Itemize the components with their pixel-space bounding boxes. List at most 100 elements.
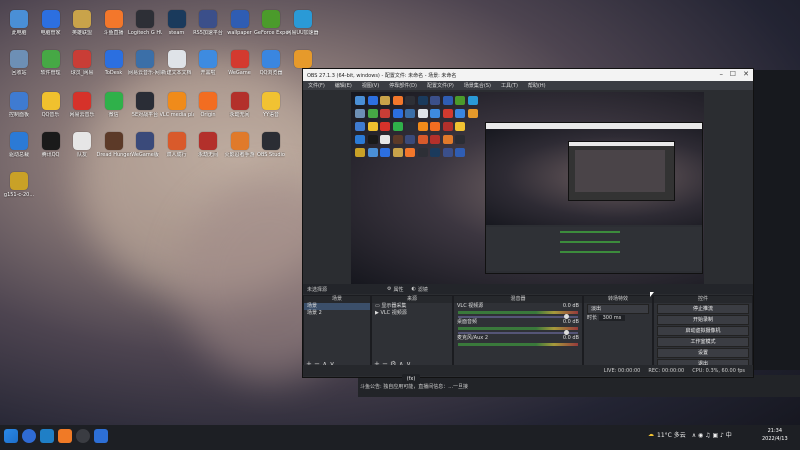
menu-item[interactable]: 停靠部件(D)	[389, 82, 417, 89]
app-icon	[10, 10, 28, 28]
desktop-icon-label: WeGame	[228, 70, 251, 76]
desktop-icon[interactable]	[287, 50, 319, 70]
douyu-icon[interactable]	[58, 429, 72, 443]
menu-item[interactable]: 工具(T)	[501, 82, 518, 89]
desktop-icon[interactable]: 新建文本文档	[161, 50, 193, 76]
tray-icons[interactable]: ∧ ◉ ♫ ▣ ♪ 中	[692, 430, 732, 439]
desktop-icon[interactable]: VLC media player	[160, 92, 194, 118]
desktop-icon[interactable]: g151-c-20...	[3, 172, 35, 198]
desktop-icon[interactable]: 控制面板	[3, 92, 35, 118]
desktop-icon[interactable]: GeForce Experience	[254, 10, 288, 36]
desktop-icon[interactable]: QQ音乐	[35, 92, 67, 118]
nested-obs-window-2	[568, 141, 675, 201]
volume-slider[interactable]	[458, 314, 578, 319]
desktop-icon[interactable]: 软件管理	[35, 50, 67, 76]
desktop-icon[interactable]: steam	[161, 10, 193, 36]
desktop-icon[interactable]: OBS Studio	[255, 132, 287, 158]
studio-mode-button[interactable]: 工作室模式	[657, 337, 749, 347]
desktop-icon[interactable]: 5E对战平台	[129, 92, 161, 118]
desktop-icon[interactable]: 队友	[66, 132, 98, 158]
rec-status: REC: 00:00:00	[648, 367, 685, 374]
app-icon	[41, 132, 60, 150]
start-virtual-camera-button[interactable]: 启动虚拟摄像机	[657, 326, 749, 336]
desktop-icon[interactable]: 网易云音乐	[66, 92, 98, 118]
mixer-header: 混音器	[454, 296, 582, 303]
app-icon	[293, 10, 312, 28]
menu-item[interactable]: 文件(F)	[308, 82, 325, 89]
desktop-icon[interactable]: Dread Hunger	[97, 132, 131, 158]
filters-button[interactable]: 滤镜	[418, 286, 428, 293]
preview-desktop-icon	[355, 109, 365, 118]
clock-time: 21:34	[767, 428, 783, 434]
app-icon	[262, 10, 280, 28]
taskbar-clock[interactable]: 21:34 2022/4/13	[762, 427, 788, 443]
desktop-icon[interactable]: QQ浏览器	[255, 50, 287, 76]
desktop-icon[interactable]: 网易UU加速器	[286, 10, 319, 36]
preview-desktop-icon	[380, 109, 390, 118]
desktop-icon[interactable]: WeGame版	[129, 132, 161, 158]
settings-button[interactable]: 设置	[657, 348, 749, 358]
desktop-icon[interactable]: 电脑管家	[35, 10, 67, 36]
scene-item[interactable]: 场景	[304, 303, 370, 310]
system-tray: ☁ 11°C 多云 ∧ ◉ ♫ ▣ ♪ 中	[648, 430, 732, 439]
desktop-icon-label: 软件管理	[40, 70, 61, 76]
menu-item[interactable]: 场景集合(S)	[464, 82, 491, 89]
controls-header: 控件	[654, 296, 752, 303]
app-icon	[10, 172, 28, 190]
menu-item[interactable]: 视图(V)	[362, 82, 379, 89]
desktop-icon-label: 队友	[76, 152, 87, 158]
stop-streaming-button[interactable]: 停止推流	[657, 304, 749, 314]
desktop-icon[interactable]: ToDesk	[98, 50, 130, 76]
preview-desktop-icon	[405, 96, 415, 105]
obs-taskbar-icon[interactable]	[76, 429, 90, 443]
desktop-icon[interactable]: 永劫无间	[192, 132, 224, 158]
desktop-icon[interactable]: Origin	[192, 92, 224, 118]
desktop-icon[interactable]: 双人成行	[161, 132, 193, 158]
weather-text[interactable]: 11°C 多云	[657, 430, 686, 439]
properties-button[interactable]: 属性	[394, 286, 404, 293]
desktop-icon[interactable]: 驱动总裁	[3, 132, 35, 158]
preview-desktop-icon	[430, 135, 440, 144]
source-item[interactable]: ▶ VLC 视频源	[372, 310, 452, 317]
app-icon	[167, 92, 186, 110]
source-item[interactable]: ▭ 显示器采集	[372, 303, 452, 310]
minimize-icon[interactable]: –	[720, 70, 724, 78]
menu-item[interactable]: 编辑(E)	[335, 82, 352, 89]
desktop-icon[interactable]: 英雄联盟	[66, 10, 98, 36]
desktop-icon[interactable]: Logitech G HUB	[128, 10, 162, 36]
source-toolbar: 未选择源 ⚙ 属性 ◐ 滤镜	[303, 284, 753, 294]
search-icon[interactable]	[22, 429, 36, 443]
app-icon	[104, 92, 123, 110]
desktop-icon[interactable]: 腾讯QQ	[35, 132, 67, 158]
desktop-icon[interactable]: 网易云音乐-网易大神	[128, 50, 162, 76]
desktop-icon[interactable]: 永劫无间	[224, 92, 256, 118]
start-icon[interactable]	[4, 429, 18, 443]
duration-input[interactable]: 300 ms	[598, 315, 626, 321]
app-taskbar-icon[interactable]	[94, 429, 108, 443]
desktop-icon[interactable]: WeGame	[224, 50, 256, 76]
desktop-icon[interactable]: 开黑啦	[192, 50, 224, 76]
desktop-icon[interactable]: 回收站	[3, 50, 35, 76]
desktop-icon-label: Logitech G HUB	[128, 30, 162, 36]
desktop-icon[interactable]: 此电脑	[3, 10, 35, 36]
desktop-icon[interactable]: 微信	[98, 92, 130, 118]
filters-icon[interactable]: ◐	[412, 286, 416, 292]
properties-icon[interactable]: ⚙	[387, 286, 391, 292]
desktop-icon[interactable]: 火影忍者手游	[224, 132, 256, 158]
scene-item[interactable]: 场景 2	[304, 310, 370, 317]
transition-select[interactable]: 淡出	[587, 304, 649, 314]
desktop-icon[interactable]: RS5加速平台	[192, 10, 224, 36]
edge-icon[interactable]	[40, 429, 54, 443]
desktop-icon[interactable]: wallpaper	[224, 10, 256, 36]
desktop-icon[interactable]: 球员_网易	[66, 50, 98, 76]
menu-item[interactable]: 配置文件(P)	[427, 82, 454, 89]
desktop-icon[interactable]: YY语音	[255, 92, 287, 118]
menu-item[interactable]: 帮助(H)	[528, 82, 546, 89]
desktop-icon[interactable]: 斗鱼直播	[98, 10, 130, 36]
close-icon[interactable]: ✕	[743, 70, 749, 78]
volume-slider[interactable]	[458, 330, 578, 335]
start-recording-button[interactable]: 开始录制	[657, 315, 749, 325]
maximize-icon[interactable]: ☐	[730, 70, 736, 78]
obs-title-bar[interactable]: OBS 27.1.3 (64-bit, windows) - 配置文件: 未命名…	[303, 69, 753, 81]
obs-preview[interactable]	[351, 92, 704, 284]
